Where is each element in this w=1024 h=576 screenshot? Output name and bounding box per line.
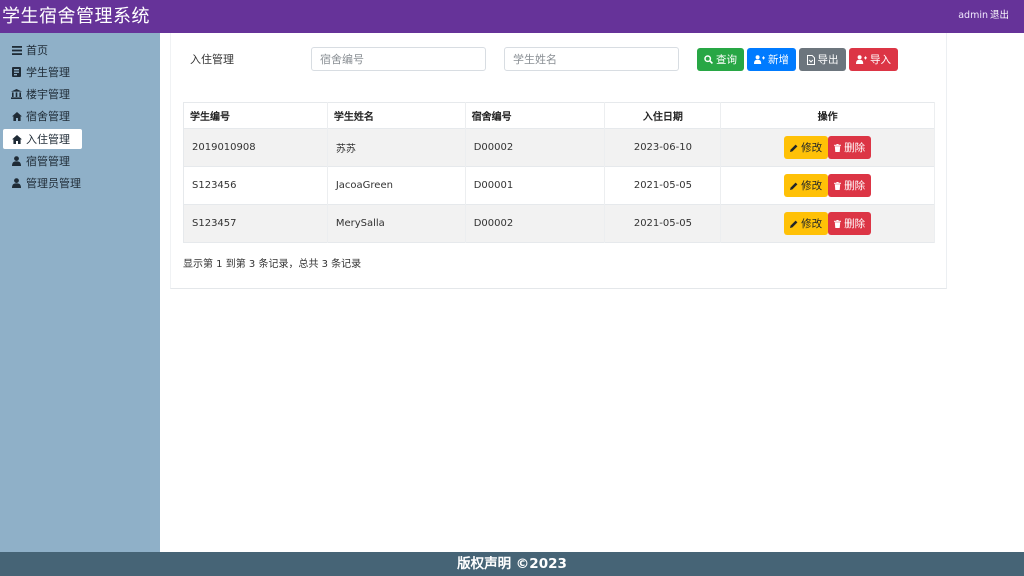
user-plus-icon: [856, 55, 867, 64]
row-actions: 修改 删除: [721, 136, 934, 159]
file-export-icon: [806, 54, 815, 65]
user-plus-icon: [754, 55, 765, 64]
trash-icon: [834, 219, 842, 228]
pagination-summary: 显示第 1 到第 3 条记录，总共 3 条记录: [183, 259, 362, 270]
sidebar: 首页 学生管理 楼宇管理 宿舍管理 入住管理 宿管管理 管理员管理: [0, 33, 160, 552]
table-header-row: 学生编号 学生姓名 宿舍编号 入住日期 操作: [183, 102, 935, 129]
footer: 版权声明 ©2023: [0, 552, 1024, 576]
cell-student-id: S123457: [183, 204, 328, 243]
user-icon: [11, 178, 22, 189]
edit-button[interactable]: 修改: [784, 174, 829, 197]
cell-actions: 修改 删除: [720, 166, 935, 205]
app-root: 学生宿舍管理系统 admin 退出 首页 学生管理 楼宇管理 宿舍管理 入住管理…: [0, 0, 1024, 576]
cell-checkin-date: 2023-06-10: [604, 128, 722, 167]
sidebar-item-label: 宿管管理: [26, 155, 70, 168]
id-card-icon: [11, 67, 22, 78]
table-row: S123457 MerySalla D00002 2021-05-05 修改 删…: [183, 204, 935, 243]
delete-button[interactable]: 删除: [828, 212, 872, 235]
row-actions: 修改 删除: [721, 212, 934, 235]
delete-button-label: 删除: [844, 142, 866, 154]
student-name-search-input[interactable]: [504, 47, 679, 71]
bars-icon: [11, 45, 22, 56]
sidebar-item-label: 入住管理: [26, 133, 70, 146]
pencil-icon: [790, 182, 798, 190]
sidebar-item-wardens[interactable]: 宿管管理: [3, 151, 76, 171]
sidebar-item-label: 宿舍管理: [26, 110, 70, 123]
cell-student-id: 2019010908: [183, 128, 328, 167]
column-header-checkin-date[interactable]: 入住日期: [604, 102, 722, 129]
pencil-icon: [790, 220, 798, 228]
add-button[interactable]: 新增: [747, 48, 796, 71]
sidebar-item-home[interactable]: 首页: [3, 40, 54, 60]
cell-dorm-id: D00002: [465, 204, 606, 243]
search-icon: [704, 55, 713, 64]
cell-dorm-id: D00001: [465, 166, 606, 205]
delete-button-label: 删除: [844, 180, 866, 192]
cell-actions: 修改 删除: [720, 204, 935, 243]
query-button-label: 查询: [716, 54, 737, 66]
column-header-student-name[interactable]: 学生姓名: [327, 102, 466, 129]
import-button[interactable]: 导入: [849, 48, 898, 71]
cell-student-name: JacoaGreen: [327, 166, 466, 205]
copyright-text: 版权声明 ©2023: [457, 556, 567, 572]
column-header-student-id[interactable]: 学生编号: [183, 102, 328, 129]
query-button[interactable]: 查询: [697, 48, 744, 71]
delete-button-label: 删除: [844, 218, 866, 230]
sidebar-item-dorms[interactable]: 宿舍管理: [3, 106, 76, 126]
table-row: S123456 JacoaGreen D00001 2021-05-05 修改 …: [183, 166, 935, 205]
table-row: 2019010908 苏苏 D00002 2023-06-10 修改 删除: [183, 128, 935, 167]
cell-checkin-date: 2021-05-05: [604, 166, 722, 205]
edit-button-label: 修改: [801, 218, 823, 230]
dorm-id-search-input[interactable]: [311, 47, 486, 71]
user-icon: [11, 156, 22, 167]
add-button-label: 新增: [768, 54, 789, 66]
app-title: 学生宿舍管理系统: [2, 6, 150, 27]
edit-button-label: 修改: [801, 180, 823, 192]
sidebar-item-label: 学生管理: [26, 66, 70, 79]
edit-button[interactable]: 修改: [784, 136, 829, 159]
checkin-table: 学生编号 学生姓名 宿舍编号 入住日期 操作 2019010908 苏苏 D00…: [183, 102, 935, 243]
sidebar-item-label: 楼宇管理: [26, 88, 70, 101]
home-icon: [11, 134, 22, 145]
import-button-label: 导入: [870, 54, 891, 66]
export-button-label: 导出: [817, 54, 839, 66]
sidebar-item-label: 首页: [26, 44, 48, 57]
cell-checkin-date: 2021-05-05: [604, 204, 722, 243]
trash-icon: [834, 181, 842, 190]
building-icon: [11, 89, 22, 100]
cell-actions: 修改 删除: [720, 128, 935, 167]
cell-student-name: 苏苏: [327, 128, 466, 167]
column-header-actions: 操作: [720, 102, 935, 129]
edit-button[interactable]: 修改: [784, 212, 829, 235]
cell-student-id: S123456: [183, 166, 328, 205]
delete-button[interactable]: 删除: [828, 136, 872, 159]
sidebar-item-checkin[interactable]: 入住管理: [3, 129, 82, 149]
edit-button-label: 修改: [801, 142, 823, 154]
delete-button[interactable]: 删除: [828, 174, 872, 197]
current-user: admin: [958, 10, 988, 21]
pencil-icon: [790, 144, 798, 152]
top-header: 学生宿舍管理系统 admin 退出: [0, 0, 1024, 33]
sidebar-item-buildings[interactable]: 楼宇管理: [3, 84, 76, 104]
sidebar-item-admins[interactable]: 管理员管理: [3, 173, 87, 193]
home-icon: [11, 111, 22, 122]
column-header-dorm-id[interactable]: 宿舍编号: [465, 102, 606, 129]
trash-icon: [834, 143, 842, 152]
export-button[interactable]: 导出: [799, 48, 846, 71]
sidebar-item-label: 管理员管理: [26, 177, 81, 190]
row-actions: 修改 删除: [721, 174, 934, 197]
logout-link[interactable]: 退出: [990, 9, 1009, 23]
page-title: 入住管理: [190, 53, 234, 66]
cell-student-name: MerySalla: [327, 204, 466, 243]
cell-dorm-id: D00002: [465, 128, 606, 167]
sidebar-item-students[interactable]: 学生管理: [3, 62, 76, 82]
